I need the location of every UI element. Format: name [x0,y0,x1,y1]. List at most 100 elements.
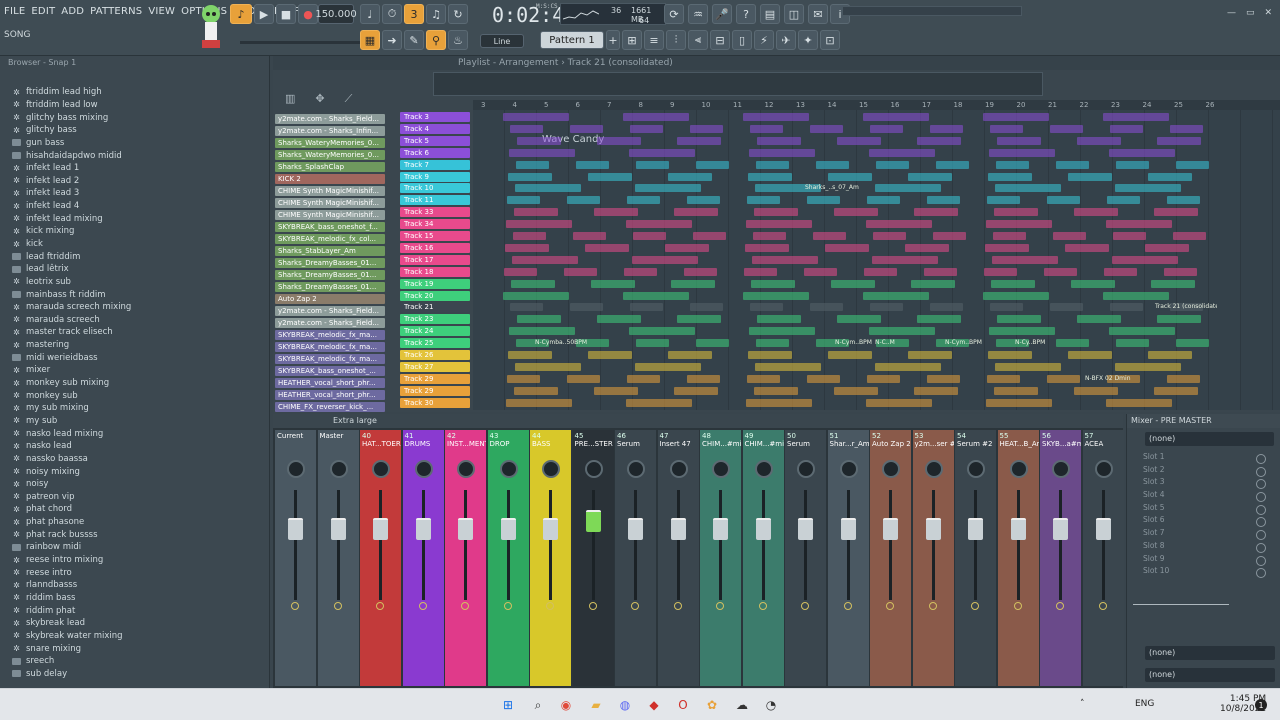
volume-fader-track[interactable] [549,490,552,600]
mute-toggle[interactable] [1098,602,1107,610]
track-header[interactable]: Track 25 [400,338,470,349]
browser-item[interactable]: ✲ mastering [12,339,269,352]
playlist-clip[interactable] [1176,339,1209,348]
mixer-channel[interactable]: 46 Serum [615,430,656,686]
browser-item[interactable]: ✲ noisy [12,478,269,491]
track-header[interactable]: Track 34 [400,219,470,230]
playlist-clip[interactable] [1112,255,1178,264]
playlist-clip[interactable] [985,243,1029,252]
mute-toggle[interactable] [716,602,724,610]
playlist-clip[interactable] [684,267,717,276]
volume-fader[interactable] [713,518,728,540]
opera-icon[interactable]: O [674,696,692,714]
pattern-item[interactable]: SKYBREAK_melodic_fx_ma... [275,354,385,364]
pencil-icon[interactable]: ✎ [404,30,424,50]
playlist-clip[interactable] [1050,303,1083,312]
playlist-clip[interactable] [585,243,629,252]
playlist-clip[interactable] [1170,124,1203,133]
playlist-clip[interactable] [988,172,1032,181]
playlist-clip[interactable] [825,243,869,252]
playlist-clip[interactable] [996,160,1029,169]
playlist-clip[interactable] [1154,386,1198,395]
play-button[interactable]: ▶ [254,4,274,24]
mixer-channel[interactable]: 41 DRUMS [402,430,444,686]
pattern-item[interactable]: y2mate.com - Sharks_Field... [275,114,385,124]
browser-item[interactable]: lead ftriddim [12,250,269,263]
effect-slot[interactable]: Slot 8 [1127,541,1280,554]
mute-toggle[interactable] [461,602,469,610]
playlist-clip[interactable] [754,208,798,217]
playlist-clip[interactable] [515,362,581,371]
playlist-clip[interactable] [995,362,1061,371]
pattern-item[interactable]: y2mate.com - Sharks_Field... [275,318,385,328]
playlist-clip[interactable] [1074,208,1118,217]
playlist-clip[interactable] [570,303,603,312]
playlist-clip[interactable] [690,124,723,133]
playlist-clip[interactable] [630,303,663,312]
browser-item[interactable]: ✲ monkey sub mixing [12,377,269,390]
pan-knob[interactable] [542,460,560,478]
countdown-icon[interactable]: 3 [404,4,424,24]
playlist-clip[interactable] [1071,279,1115,288]
playlist-clip[interactable] [930,303,963,312]
menu-item-view[interactable]: VIEW [148,6,175,17]
mixer-icon[interactable]: ⫶ [666,30,686,50]
volume-fader[interactable] [543,518,558,540]
pan-knob[interactable] [1009,460,1028,478]
volume-fader-track[interactable] [634,490,637,600]
browser-item[interactable]: ✲ marauda screech [12,314,269,327]
playlist-clip[interactable] [564,267,597,276]
playlist-clip[interactable] [514,386,558,395]
playlist-clip[interactable] [588,172,632,181]
playlist-clip[interactable] [995,184,1061,193]
playlist-clip[interactable] [986,220,1052,229]
tempo-display[interactable]: 150.000 [315,4,357,24]
playlist-clip[interactable] [994,208,1038,217]
browser-item[interactable]: ✲ phat phasone [12,516,269,529]
mixer-channel[interactable]: 43 DROP [487,430,529,686]
track-header[interactable]: Track 21 [400,302,470,313]
mute-toggle[interactable] [801,602,809,610]
pattern-item[interactable]: HEATHER_vocal_short_phr... [275,390,385,400]
track-header[interactable]: Track 18 [400,266,470,277]
playlist-clip[interactable] [983,291,1049,300]
playlist-clip[interactable] [506,220,572,229]
mixer-channel[interactable]: 42INST...MENTS [445,430,486,686]
playlist-clip[interactable] [810,124,843,133]
mute-toggle[interactable] [886,602,894,610]
browser-item[interactable]: ✲ glitchy bass mixing [12,111,269,124]
playlist-clip[interactable] [668,351,712,359]
track-header[interactable]: Track 29 [400,385,470,396]
volume-fader-track[interactable] [506,490,510,600]
volume-fader[interactable] [925,518,941,540]
playlist-clip[interactable] [1167,196,1200,205]
mixer-channel[interactable]: 53y2m...ser #3 [912,430,954,686]
volume-fader[interactable] [585,510,601,532]
pattern-item[interactable]: Sharks_SplashClap [275,162,385,172]
playlist-clip[interactable] [633,232,666,240]
volume-fader-track[interactable] [676,490,680,600]
track-header[interactable]: Track 10 [400,183,470,194]
volume-fader-track[interactable] [889,490,892,600]
chat-icon[interactable]: ✉ [808,4,828,24]
browser-item[interactable]: ✲ ftriddim lead high [12,86,269,99]
playlist-clip[interactable] [696,339,729,348]
playlist-clip[interactable] [986,398,1052,407]
pan-knob[interactable] [797,460,815,478]
playlist-clip[interactable] [987,196,1020,205]
browser-item[interactable]: sub delay [12,667,269,680]
pattern-item[interactable]: SKYBREAK_melodic_fx_ma... [275,330,385,340]
pattern-item[interactable]: Sharks_WateryMemories_0... [275,150,385,160]
volume-fader-track[interactable] [974,490,977,600]
playlist-clip[interactable] [994,386,1038,395]
browser-item[interactable]: midi werieidbass [12,351,269,364]
pattern-item[interactable]: SKYBREAK_bass_oneshot_... [275,366,385,376]
volume-fader[interactable] [373,518,388,540]
playlist-clip[interactable] [746,398,812,407]
effect-slot[interactable]: Slot 1 [1127,452,1280,465]
playlist-clip[interactable] [626,220,692,229]
playlist-clip[interactable] [864,267,897,276]
playlist-clip[interactable] [503,113,569,121]
playlist-clip[interactable] [693,232,726,240]
playlist-clip[interactable] [911,279,955,288]
